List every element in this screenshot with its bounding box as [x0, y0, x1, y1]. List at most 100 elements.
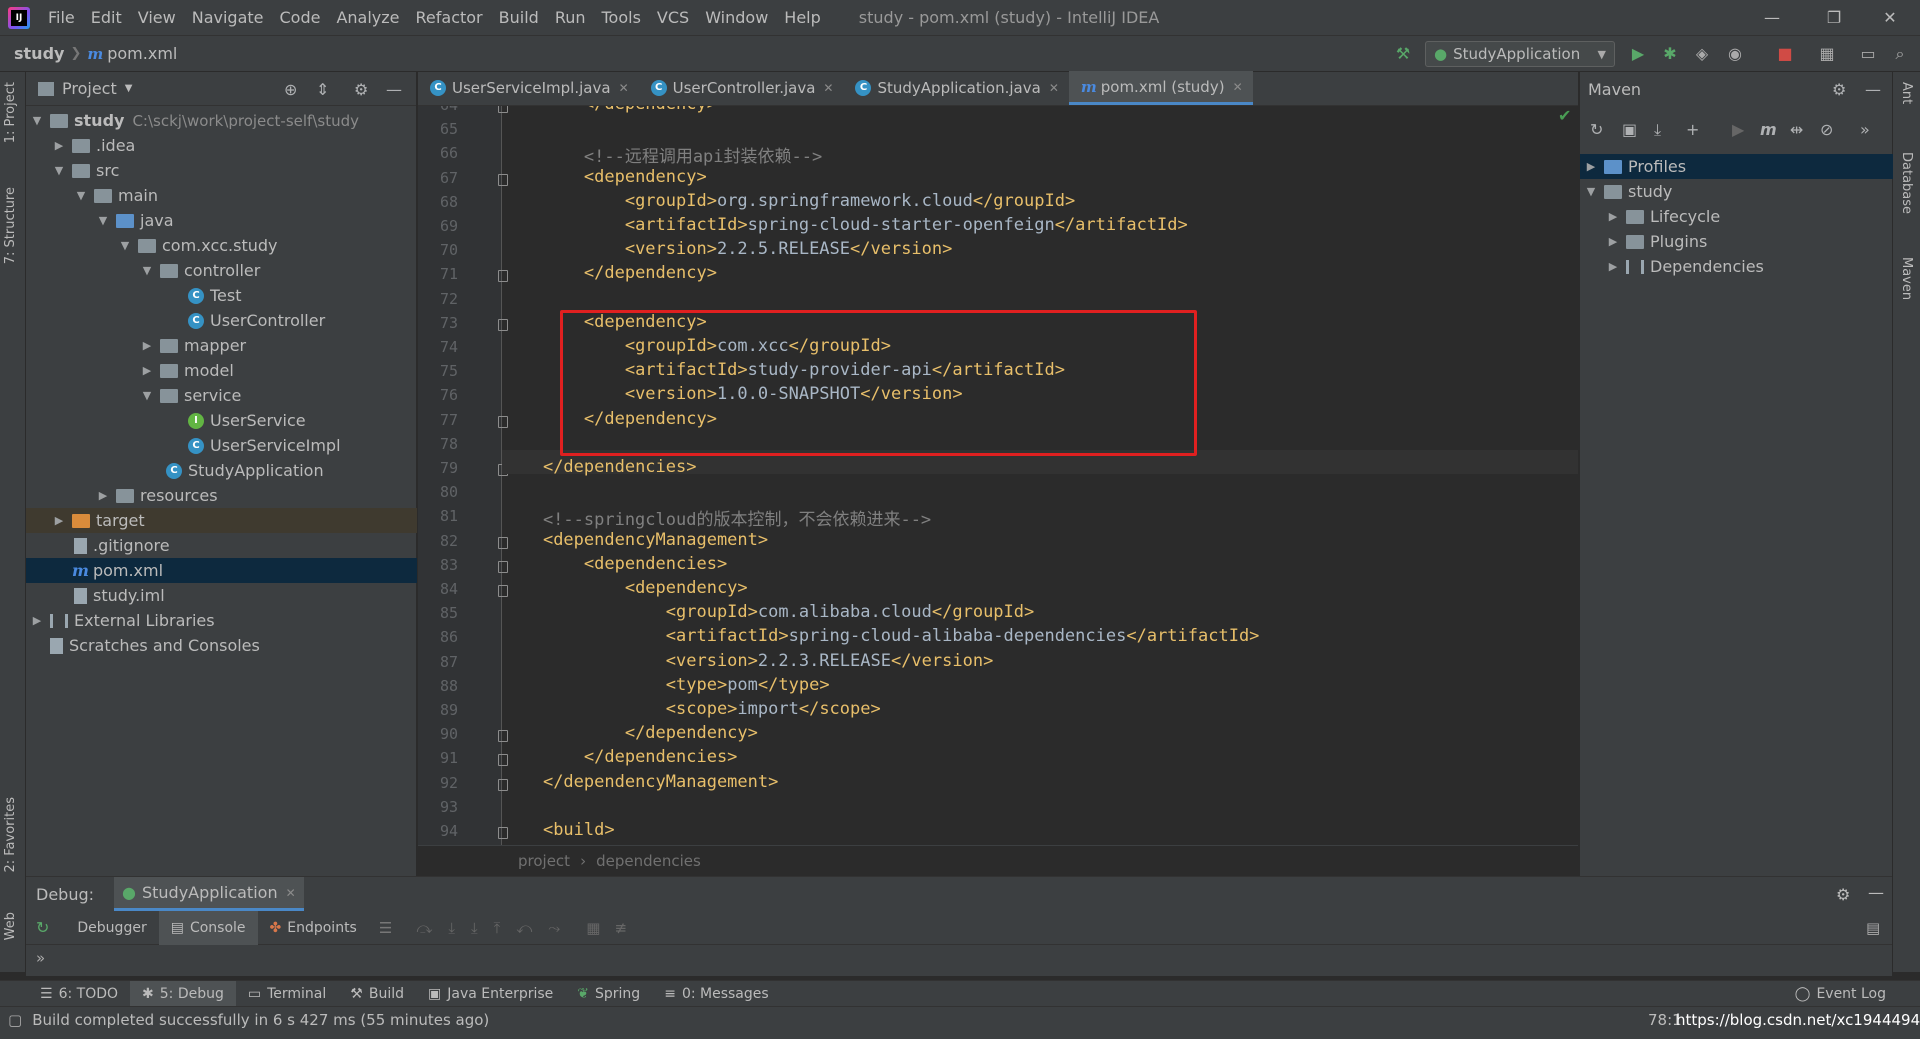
- status-message[interactable]: Build completed successfully in 6 s 427 …: [32, 1011, 489, 1029]
- menu-window[interactable]: Window: [697, 8, 776, 27]
- code-line[interactable]: </dependency>: [502, 723, 758, 743]
- code-line[interactable]: </dependencies>: [502, 747, 738, 767]
- code-line[interactable]: <artifactId>spring-cloud-alibaba-depende…: [502, 626, 1260, 646]
- hide-panel-icon[interactable]: —: [386, 80, 402, 99]
- tab-pom-xml[interactable]: m pom.xml (study) ✕: [1068, 71, 1253, 105]
- tree-node-target[interactable]: ▶ target: [26, 508, 417, 533]
- tree-node-usercontroller[interactable]: C UserController: [26, 308, 417, 333]
- tool-tab-todo[interactable]: ☰ 6: TODO: [28, 986, 130, 1002]
- tree-node-test[interactable]: C Test: [26, 283, 417, 308]
- code-line[interactable]: <dependencyManagement>: [502, 530, 768, 550]
- tab-debugger[interactable]: Debugger: [65, 911, 158, 945]
- more-icon[interactable]: »: [36, 949, 45, 967]
- code-line[interactable]: <version>2.2.5.RELEASE</version>: [502, 239, 953, 259]
- code-line[interactable]: <build>: [502, 820, 615, 840]
- window-layout-icon[interactable]: ▭: [1858, 44, 1878, 64]
- menu-view[interactable]: View: [130, 8, 184, 27]
- tab-console[interactable]: ▤ Console: [158, 910, 258, 945]
- maven-node-dependencies[interactable]: ▶ Dependencies: [1580, 254, 1893, 279]
- expand-arrow-icon[interactable]: ▼: [140, 389, 154, 402]
- menu-tools[interactable]: Tools: [594, 8, 649, 27]
- reload-icon[interactable]: ↻: [1590, 120, 1603, 139]
- expand-arrow-icon[interactable]: ▶: [140, 339, 154, 352]
- coverage-icon[interactable]: ◈: [1692, 44, 1712, 64]
- maven-node-lifecycle[interactable]: ▶ Lifecycle: [1580, 204, 1893, 229]
- code-line[interactable]: <groupId>com.alibaba.cloud</groupId>: [502, 602, 1034, 622]
- code-editor[interactable]: 64 65 66 67 68 69 70 71 72 73 74 75 76 77 78 79 80 81 82 83…: [418, 106, 1578, 845]
- menu-file[interactable]: File: [40, 8, 83, 27]
- more-icon[interactable]: »: [1860, 120, 1870, 139]
- close-tab-icon[interactable]: ✕: [619, 81, 629, 95]
- expand-arrow-icon[interactable]: ▼: [140, 264, 154, 277]
- code-line[interactable]: <groupId>org.springframework.cloud</grou…: [502, 191, 1075, 211]
- code-line[interactable]: <!--远程调用api封装依赖-->: [502, 142, 822, 167]
- tool-tab-event-log[interactable]: ◯ Event Log: [1783, 986, 1898, 1002]
- tool-tab-structure[interactable]: 7: Structure: [3, 187, 18, 264]
- tree-node-package[interactable]: ▼ com.xcc.study: [26, 233, 417, 258]
- expand-arrow-icon[interactable]: ▶: [1606, 210, 1620, 223]
- close-tab-icon[interactable]: ✕: [1233, 80, 1243, 94]
- expand-arrow-icon[interactable]: ▼: [1584, 185, 1598, 198]
- tool-tab-spring[interactable]: ❦ Spring: [565, 986, 652, 1002]
- tool-tab-terminal[interactable]: ▭ Terminal: [236, 986, 338, 1002]
- close-tab-icon[interactable]: ✕: [1049, 81, 1059, 95]
- tree-node-studyapplication[interactable]: C StudyApplication: [26, 458, 417, 483]
- gear-icon[interactable]: ⚙: [1836, 885, 1850, 904]
- expand-arrow-icon[interactable]: ▼: [74, 189, 88, 202]
- code-line[interactable]: <dependencies>: [502, 554, 727, 574]
- menu-edit[interactable]: Edit: [83, 8, 130, 27]
- generate-sources-icon[interactable]: ▣: [1622, 120, 1637, 139]
- menu-lines-icon[interactable]: ☰: [379, 919, 392, 937]
- add-icon[interactable]: +: [1686, 120, 1699, 139]
- maven-node-study[interactable]: ▼ study: [1580, 179, 1893, 204]
- tab-studyapplication[interactable]: C StudyApplication.java ✕: [843, 71, 1068, 105]
- expand-arrow-icon[interactable]: ▶: [1606, 260, 1620, 273]
- breadcrumb-project[interactable]: project: [518, 852, 570, 870]
- tree-node-resources[interactable]: ▶ resources: [26, 483, 417, 508]
- trace-icon[interactable]: ≢: [614, 919, 627, 937]
- code-line[interactable]: </dependencyManagement>: [502, 772, 778, 792]
- expand-arrow-icon[interactable]: ▼: [96, 214, 110, 227]
- expand-arrow-icon[interactable]: ▶: [140, 364, 154, 377]
- tree-node-src[interactable]: ▼ src: [26, 158, 417, 183]
- tool-tab-build[interactable]: ⚒ Build: [338, 986, 416, 1002]
- run-configuration-select[interactable]: ● StudyApplication ▼: [1425, 41, 1615, 67]
- run-icon[interactable]: ▶: [1732, 120, 1744, 139]
- project-structure-icon[interactable]: ▦: [1817, 44, 1837, 64]
- tool-tab-web[interactable]: Web: [3, 912, 18, 940]
- expand-arrow-icon[interactable]: ▼: [118, 239, 132, 252]
- tab-userserviceimpl[interactable]: C UserServiceImpl.java ✕: [418, 71, 639, 105]
- close-button[interactable]: ✕: [1866, 0, 1914, 36]
- tree-node-study[interactable]: ▼ study C:\sckj\work\project-self\study: [26, 108, 417, 133]
- download-icon[interactable]: ⤓: [1654, 120, 1661, 140]
- breadcrumb-dependencies[interactable]: dependencies: [596, 852, 701, 870]
- gear-icon[interactable]: ⚙: [354, 80, 368, 99]
- code-line[interactable]: <type>pom</type>: [502, 675, 830, 695]
- restore-button[interactable]: ❐: [1810, 0, 1858, 36]
- run-icon[interactable]: ▶: [1628, 44, 1648, 64]
- code-line[interactable]: </dependency>: [502, 263, 717, 283]
- maven-node-profiles[interactable]: ▶ Profiles: [1580, 154, 1893, 179]
- menu-code[interactable]: Code: [272, 8, 329, 27]
- expand-arrow-icon[interactable]: ▶: [96, 489, 110, 502]
- toggle-tool-windows-icon[interactable]: ▢: [8, 1011, 22, 1029]
- tool-tab-project[interactable]: 1: Project: [3, 82, 18, 143]
- menu-build[interactable]: Build: [491, 8, 547, 27]
- gear-icon[interactable]: ⚙: [1832, 80, 1846, 99]
- tree-node-pom[interactable]: m pom.xml: [26, 558, 417, 583]
- expand-arrow-icon[interactable]: ▶: [52, 514, 66, 527]
- menu-refactor[interactable]: Refactor: [408, 8, 491, 27]
- profile-icon[interactable]: ◉: [1725, 44, 1745, 64]
- hide-panel-icon[interactable]: —: [1868, 883, 1884, 902]
- menu-vcs[interactable]: VCS: [649, 8, 697, 27]
- layout-icon[interactable]: ▤: [1866, 919, 1880, 937]
- tree-node-main[interactable]: ▼ main: [26, 183, 417, 208]
- code-line[interactable]: </dependency>: [502, 106, 717, 114]
- breadcrumb-project[interactable]: study: [14, 44, 64, 63]
- expand-arrow-icon[interactable]: ▶: [52, 139, 66, 152]
- evaluate-icon[interactable]: ▦: [586, 919, 600, 937]
- build-hammer-icon[interactable]: ⚒: [1393, 44, 1413, 64]
- breadcrumb-file[interactable]: pom.xml: [107, 44, 177, 63]
- tool-tab-messages[interactable]: ≡ 0: Messages: [652, 986, 780, 1002]
- debug-bug-icon[interactable]: ✱: [1660, 44, 1680, 64]
